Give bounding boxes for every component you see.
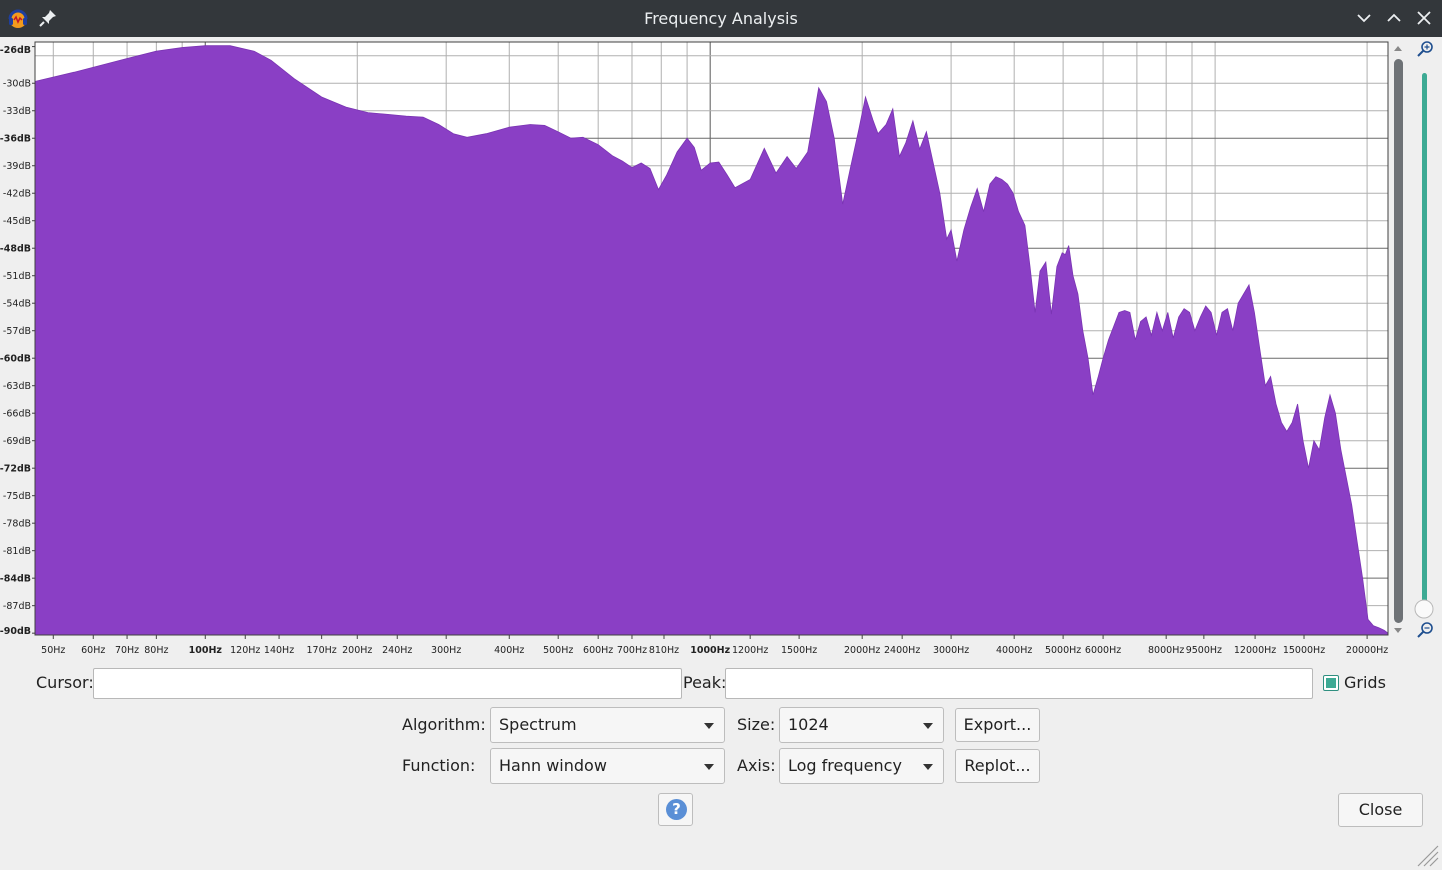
x-tick-label: 170Hz: [307, 645, 337, 656]
x-tick-label: 1200Hz: [732, 645, 768, 656]
window-title: Frequency Analysis: [644, 9, 798, 28]
x-tick-label: 4000Hz: [996, 645, 1032, 656]
replot-button[interactable]: Replot...: [955, 749, 1040, 783]
y-tick-label: -81dB: [3, 546, 31, 557]
peak-label: Peak:: [683, 673, 727, 692]
spectrum-plot[interactable]: -26dB -30dB -33dB -36dB -39dB -42dB -45dB -48dB…: [0, 37, 1442, 662]
y-tick-label: -69dB: [3, 436, 31, 447]
title-bar: Frequency Analysis: [0, 0, 1442, 37]
x-tick-label: 400Hz: [494, 645, 524, 656]
y-tick-label: -66dB: [3, 409, 31, 420]
y-tick-label: -72dB: [0, 464, 31, 475]
export-button[interactable]: Export...: [955, 708, 1040, 742]
x-tick-label: 3000Hz: [933, 645, 969, 656]
x-tick-label: 200Hz: [342, 645, 372, 656]
axis-label: Axis:: [737, 756, 776, 775]
y-tick-label: -63dB: [3, 381, 31, 392]
cursor-label: Cursor:: [36, 673, 94, 692]
x-tick-label: 20000Hz: [1346, 645, 1388, 656]
y-tick-label: -36dB: [0, 134, 31, 145]
cursor-field[interactable]: [93, 668, 682, 699]
y-tick-label: -78dB: [3, 519, 31, 530]
grids-checkbox[interactable]: [1323, 675, 1339, 691]
spectrum-chart[interactable]: -26dB -30dB -33dB -36dB -39dB -42dB -45dB -48dB…: [0, 37, 1442, 662]
y-tick-label: -48dB: [0, 244, 31, 255]
x-tick-label: 50Hz: [41, 645, 65, 656]
vertical-scrollbar-thumb: [1394, 59, 1403, 623]
function-label: Function:: [402, 756, 476, 775]
axis-value: Log frequency: [788, 756, 902, 775]
x-tick-label: 1500Hz: [781, 645, 817, 656]
x-tick-label: 80Hz: [144, 645, 168, 656]
y-tick-label: -57dB: [3, 326, 31, 337]
dropdown-arrow-icon: [704, 764, 714, 770]
x-tick-label: 2000Hz: [844, 645, 880, 656]
x-tick-label: 600Hz: [583, 645, 613, 656]
x-tick-label: 9500Hz: [1186, 645, 1222, 656]
y-tick-label: -30dB: [3, 79, 31, 90]
y-tick-label: -60dB: [0, 354, 31, 365]
chevron-down-icon[interactable]: [1352, 6, 1376, 30]
x-tick-label: 120Hz: [230, 645, 260, 656]
dropdown-arrow-icon: [704, 723, 714, 729]
function-value: Hann window: [499, 756, 607, 775]
y-tick-label: -33dB: [3, 106, 31, 117]
help-button[interactable]: ?: [658, 793, 693, 826]
axis-select[interactable]: Log frequency: [779, 748, 944, 784]
x-tick-label: 70Hz: [115, 645, 139, 656]
close-icon[interactable]: [1412, 6, 1436, 30]
dropdown-arrow-icon: [923, 764, 933, 770]
resize-grip-icon[interactable]: [1412, 840, 1440, 868]
x-tick-label: 15000Hz: [1283, 645, 1325, 656]
x-tick-label: 140Hz: [264, 645, 294, 656]
y-tick-label: -87dB: [3, 601, 31, 612]
dropdown-arrow-icon: [923, 723, 933, 729]
size-select[interactable]: 1024: [779, 707, 944, 743]
y-tick-label: -51dB: [3, 271, 31, 282]
algorithm-label: Algorithm:: [402, 715, 486, 734]
x-tick-label: 5000Hz: [1045, 645, 1081, 656]
y-tick-label: -84dB: [0, 574, 31, 585]
x-tick-label: 810Hz: [649, 645, 679, 656]
close-button[interactable]: Close: [1338, 793, 1423, 827]
x-tick-label: 6000Hz: [1085, 645, 1121, 656]
y-tick-label: -26dB: [0, 45, 31, 56]
y-tick-label: -42dB: [3, 189, 31, 200]
algorithm-value: Spectrum: [499, 715, 577, 734]
x-tick-label: 8000Hz: [1148, 645, 1184, 656]
y-tick-label: -75dB: [3, 491, 31, 502]
x-tick-label: 500Hz: [543, 645, 573, 656]
y-tick-label: -54dB: [3, 299, 31, 310]
x-tick-label: 100Hz: [189, 645, 223, 656]
algorithm-select[interactable]: Spectrum: [490, 707, 725, 743]
chevron-up-icon[interactable]: [1382, 6, 1406, 30]
x-tick-label: 700Hz: [617, 645, 647, 656]
help-icon: ?: [666, 799, 687, 820]
checkbox-mark: [1326, 678, 1336, 688]
y-tick-label: -90dB: [0, 626, 31, 637]
x-tick-label: 12000Hz: [1234, 645, 1276, 656]
zoom-slider-handle: [1414, 599, 1434, 619]
x-tick-label: 1000Hz: [690, 645, 730, 656]
peak-field[interactable]: [725, 668, 1313, 699]
grids-label: Grids: [1344, 673, 1386, 692]
x-tick-label: 240Hz: [382, 645, 412, 656]
y-tick-label: -39dB: [3, 161, 31, 172]
function-select[interactable]: Hann window: [490, 748, 725, 784]
size-label: Size:: [737, 715, 776, 734]
zoom-slider-track: [1422, 73, 1427, 607]
size-value: 1024: [788, 715, 829, 734]
x-tick-label: 60Hz: [81, 645, 105, 656]
y-tick-label: -45dB: [3, 216, 31, 227]
x-tick-label: 2400Hz: [884, 645, 920, 656]
x-tick-label: 300Hz: [431, 645, 461, 656]
